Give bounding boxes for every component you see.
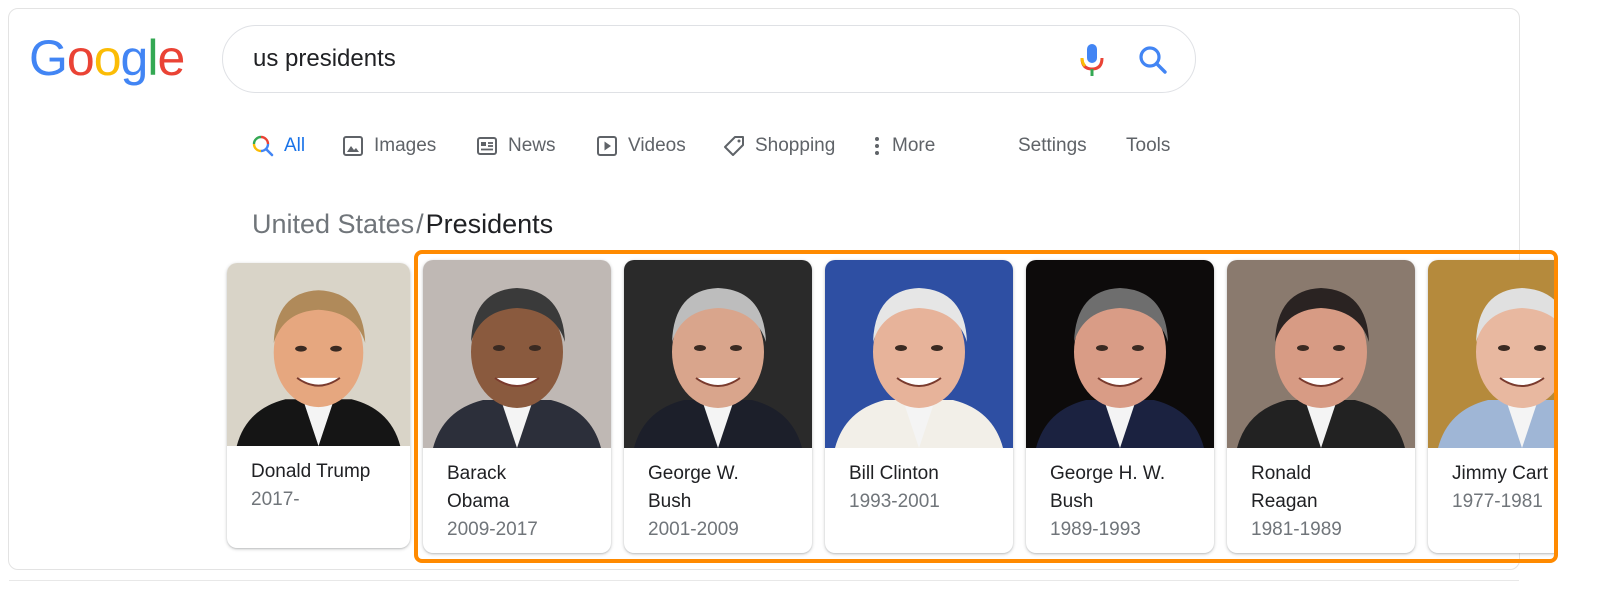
president-name-line: Bush (648, 491, 692, 512)
breadcrumb-separator: / (416, 209, 424, 239)
logo-letter: G (29, 30, 68, 86)
tab-label: News (508, 135, 556, 156)
president-name: Donald Trump (227, 458, 410, 486)
logo-letter: e (157, 30, 185, 86)
portrait-image (423, 260, 611, 448)
tab-label: Settings (1018, 135, 1087, 156)
logo-letter: o (93, 30, 122, 86)
tab-more[interactable]: More (872, 128, 935, 164)
president-photo (1227, 260, 1415, 448)
breadcrumb-parent-link[interactable]: United States (252, 209, 414, 239)
tab-label: Videos (628, 135, 686, 156)
president-name-line: Barack (447, 463, 507, 484)
tab-label: Images (374, 135, 437, 156)
president-name-line: Donald Trump (251, 461, 371, 482)
president-card[interactable]: Donald Trump 2017- (227, 263, 410, 548)
president-card[interactable]: Ronald Reagan 1981-1989 (1227, 260, 1415, 553)
logo-letter: o (66, 30, 95, 86)
tab-shopping[interactable]: Shopping (723, 128, 835, 164)
tab-label: Tools (1126, 135, 1171, 156)
president-name-line: Bill Clinton (849, 463, 939, 484)
tab-settings[interactable]: Settings (1018, 128, 1087, 164)
president-term-years: 1993-2001 (849, 491, 940, 512)
logo-letter: g (120, 30, 149, 86)
multicolor-search-icon (252, 135, 274, 157)
play-icon (597, 136, 617, 156)
newspaper-icon (477, 137, 497, 155)
tab-label: More (892, 135, 936, 156)
president-term-years: 1989-1993 (1050, 519, 1141, 540)
portrait-image (624, 260, 812, 448)
president-name: George W. Bush (624, 460, 812, 516)
portrait-image (825, 260, 1013, 448)
vertical-dots-icon (875, 137, 879, 155)
microphone-icon[interactable] (1079, 43, 1105, 77)
president-term-years: 2001-2009 (648, 519, 739, 540)
president-card[interactable]: Bill Clinton 1993-2001 (825, 260, 1013, 553)
tab-images[interactable]: Images (342, 128, 436, 164)
tab-label: Shopping (755, 135, 836, 156)
portrait-image (227, 263, 410, 446)
tab-label: All (284, 135, 306, 156)
president-name-line: Obama (447, 491, 510, 512)
president-term-years: 2017- (251, 489, 300, 510)
divider (9, 580, 1519, 581)
president-name: Bill Clinton (825, 460, 1013, 488)
tab-videos[interactable]: Videos (596, 128, 686, 164)
president-photo (423, 260, 611, 448)
breadcrumb-current: Presidents (425, 209, 554, 239)
tab-news[interactable]: News (476, 128, 556, 164)
president-name-line: Ronald (1251, 463, 1312, 484)
tab-tools[interactable]: Tools (1126, 128, 1170, 164)
president-photo (825, 260, 1013, 448)
search-box (222, 25, 1196, 93)
president-photo (227, 263, 410, 446)
president-card[interactable]: Barack Obama 2009-2017 (423, 260, 611, 553)
president-name-line: Bush (1050, 491, 1094, 512)
breadcrumb: United States/Presidents (252, 206, 553, 242)
president-name-line: Reagan (1251, 491, 1318, 512)
president-card[interactable]: George H. W. Bush 1989-1993 (1026, 260, 1214, 553)
president-term-years: 1981-1989 (1251, 519, 1342, 540)
president-photo (1026, 260, 1214, 448)
portrait-image (1227, 260, 1415, 448)
search-icon[interactable] (1137, 44, 1169, 76)
viewport-edge (1554, 0, 1600, 600)
president-photo (624, 260, 812, 448)
tag-icon (724, 136, 744, 156)
image-icon (343, 136, 363, 156)
president-name-line: George H. W. (1050, 463, 1166, 484)
president-name: Barack Obama (423, 460, 611, 516)
google-logo[interactable]: Google (29, 28, 185, 88)
search-input[interactable] (253, 26, 1033, 92)
tab-all[interactable]: All (252, 128, 305, 164)
president-card[interactable]: George W. Bush 2001-2009 (624, 260, 812, 553)
president-name: George H. W. Bush (1026, 460, 1214, 516)
portrait-image (1026, 260, 1214, 448)
president-name: Ronald Reagan (1227, 460, 1415, 516)
president-name-line: George W. (648, 463, 739, 484)
logo-letter: l (147, 30, 158, 86)
president-term-years: 2009-2017 (447, 519, 538, 540)
